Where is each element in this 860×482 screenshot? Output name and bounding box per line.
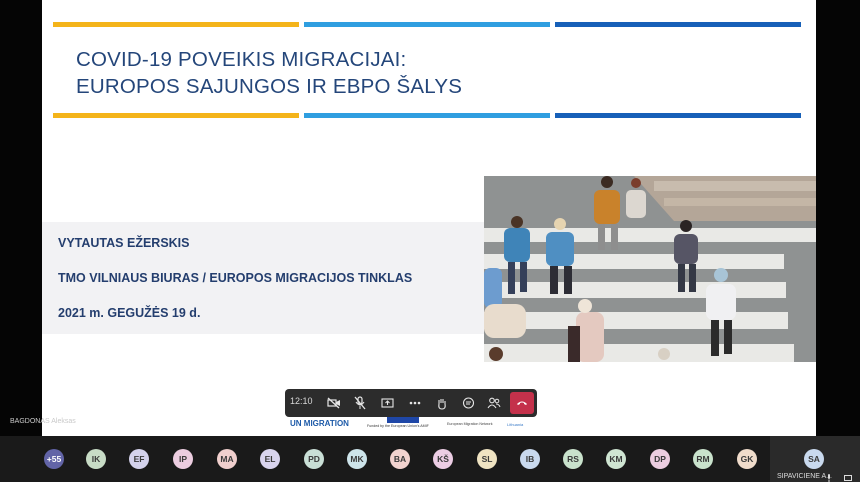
participant-avatar[interactable]: DP	[650, 449, 670, 469]
participants-strip: +55 IK EF IP MA EL PD MK BA KŠ SL IB RS KM DP RM GK	[0, 436, 860, 482]
screen-icon[interactable]	[844, 475, 852, 482]
participant-avatar[interactable]: SL	[477, 449, 497, 469]
meeting-toolbar: 12:10	[285, 389, 537, 417]
participant-avatar[interactable]: IP	[173, 449, 193, 469]
camera-off-icon[interactable]	[324, 393, 344, 413]
participant-avatar[interactable]: GK	[737, 449, 757, 469]
participant-avatar[interactable]: IK	[86, 449, 106, 469]
more-participants-badge[interactable]: +55	[44, 449, 64, 469]
presentation-slide: COVID-19 POVEIKIS MIGRACIJAI: EUROPOS SA…	[42, 0, 816, 436]
top-bar-yellow	[53, 22, 299, 27]
top-bar-blue	[555, 22, 801, 27]
hang-up-icon	[517, 401, 527, 405]
presentation-date: 2021 m. GEGUŽĖS 19 d.	[58, 306, 201, 320]
presenter-info-band: VYTAUTAS EŽERSKIS TMO VILNIAUS BIURAS / …	[42, 222, 485, 334]
active-speaker-name: BAGDONAS Aleksas	[10, 418, 76, 425]
slide-title-line-2: EUROPOS SAJUNGOS IR EBPO ŠALYS	[76, 75, 463, 98]
participant-avatar[interactable]: PD	[304, 449, 324, 469]
presenter-organization: TMO VILNIAUS BIURAS / EUROPOS MIGRACIJOS…	[58, 271, 413, 285]
raise-hand-icon[interactable]	[432, 393, 452, 413]
mic-off-icon[interactable]	[350, 393, 370, 413]
iom-subtitle: UN MIGRATION	[290, 419, 349, 428]
crosswalk-photo-graphic	[484, 176, 816, 362]
self-video-tile[interactable]: SA SIPAVICIENE A...	[770, 436, 860, 482]
emn-country: Lithuania	[507, 422, 524, 427]
presenter-name: VYTAUTAS EŽERSKIS	[58, 236, 190, 250]
share-screen-icon[interactable]	[377, 393, 397, 413]
top-bar-light-blue	[304, 22, 550, 27]
self-avatar: SA	[804, 449, 824, 469]
participant-avatar[interactable]: KŠ	[433, 449, 453, 469]
more-icon[interactable]	[405, 393, 425, 413]
mic-icon	[828, 474, 830, 482]
participant-avatar[interactable]: KM	[606, 449, 626, 469]
meeting-duration: 12:10	[290, 396, 313, 406]
participant-avatar[interactable]: MA	[217, 449, 237, 469]
participant-avatar[interactable]: MK	[347, 449, 367, 469]
crosswalk-pedestrians-photo	[484, 176, 816, 362]
bottom-bar-blue	[555, 113, 801, 118]
participant-avatar[interactable]: RM	[693, 449, 713, 469]
participant-avatar[interactable]: EL	[260, 449, 280, 469]
slide-title-line-1: COVID-19 POVEIKIS MIGRACIJAI:	[76, 48, 407, 71]
self-name: SIPAVICIENE A...	[777, 473, 832, 480]
bottom-bar-light-blue	[304, 113, 550, 118]
participant-avatar[interactable]: RS	[563, 449, 583, 469]
shared-screen-stage: COVID-19 POVEIKIS MIGRACIJAI: EUROPOS SA…	[0, 0, 860, 436]
bottom-bar-yellow	[53, 113, 299, 118]
hang-up-button[interactable]	[510, 392, 534, 414]
participant-avatar[interactable]: IB	[520, 449, 540, 469]
chat-icon[interactable]	[458, 393, 478, 413]
participant-avatar[interactable]: BA	[390, 449, 410, 469]
people-icon[interactable]	[484, 393, 504, 413]
emn-subtitle: European Migration Network	[447, 422, 493, 426]
participant-avatar[interactable]: EF	[129, 449, 149, 469]
eu-funding-caption: Funded by the European Union's AMIF	[367, 424, 429, 428]
